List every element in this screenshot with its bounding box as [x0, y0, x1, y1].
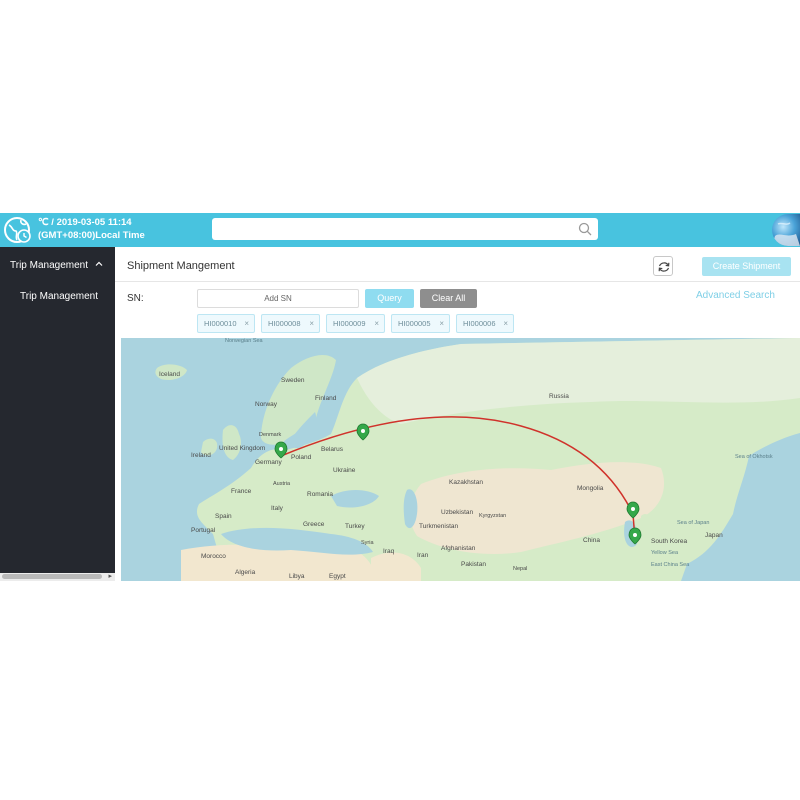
map-label: Libya [289, 573, 305, 580]
sn-tag[interactable]: HI000009 × [326, 314, 385, 333]
advanced-search-link[interactable]: Advanced Search [696, 290, 775, 301]
globe-clock-logo-icon [4, 216, 32, 244]
sidebar-scrollbar[interactable]: ▸ [0, 573, 115, 581]
map-label: Greece [303, 521, 325, 528]
map-label: Nepal [513, 566, 527, 572]
map-label: Belarus [321, 446, 344, 453]
close-icon[interactable]: × [244, 315, 249, 332]
map-label: United Kingdom [219, 445, 265, 452]
scroll-right-arrow-icon[interactable]: ▸ [108, 572, 112, 580]
map-label: France [231, 488, 252, 495]
map-label: Finland [315, 395, 337, 402]
map-label: Turkey [345, 523, 365, 530]
main-content: Shipment Mangement Create Shipment SN: A… [115, 247, 800, 581]
sn-tag-label: HI000010 [204, 319, 237, 328]
top-bar: ℃ / 2019-03-05 11:14 (GMT+08:00)Local Ti… [0, 213, 800, 247]
divider [115, 281, 800, 282]
map-label: Egypt [329, 573, 346, 580]
map-label: Austria [273, 481, 291, 487]
map-label: Sea of Japan [677, 520, 709, 526]
close-icon[interactable]: × [309, 315, 314, 332]
shipment-map[interactable]: Norwegian Sea Iceland Sweden Norway Finl… [121, 338, 800, 581]
close-icon[interactable]: × [374, 315, 379, 332]
sn-tag-label: HI000005 [398, 319, 431, 328]
map-label: Norway [255, 401, 278, 408]
close-icon[interactable]: × [439, 315, 444, 332]
map-label: Sea of Okhotsk [735, 454, 773, 460]
sn-tag[interactable]: HI000005 × [391, 314, 450, 333]
clear-all-button[interactable]: Clear All [420, 289, 477, 308]
map-label: Norwegian Sea [225, 338, 264, 344]
map-label: Syria [361, 540, 374, 546]
map-label: Iceland [159, 371, 180, 378]
map-label: Kyrgyzstan [479, 513, 506, 519]
query-button[interactable]: Query [365, 289, 414, 308]
sidebar: Trip Management Trip Management ▸ [0, 247, 115, 581]
close-icon[interactable]: × [503, 315, 508, 332]
map-label: Kazakhstan [449, 479, 483, 486]
sn-tag-label: HI000006 [463, 319, 496, 328]
global-search-input[interactable] [212, 218, 598, 240]
map-label: Iran [417, 552, 429, 559]
map-label: Denmark [259, 432, 282, 438]
map-label: Afghanistan [441, 545, 476, 552]
map-label: Uzbekistan [441, 509, 474, 516]
map-label: Iraq [383, 548, 395, 555]
scrollbar-thumb[interactable] [2, 574, 102, 579]
sn-input[interactable]: Add SN [197, 289, 359, 308]
search-icon[interactable] [578, 222, 592, 236]
temperature-date: ℃ / 2019-03-05 11:14 [38, 217, 132, 228]
sn-tag[interactable]: HI000010 × [197, 314, 255, 333]
sn-tag-label: HI000009 [333, 319, 366, 328]
map-label: South Korea [651, 538, 688, 545]
app-window: ℃ / 2019-03-05 11:14 (GMT+08:00)Local Ti… [0, 213, 800, 581]
map-label: Poland [291, 454, 312, 461]
sidebar-group-trip-management[interactable]: Trip Management [10, 260, 88, 271]
map-label: Germany [255, 459, 282, 466]
map-label: Algeria [235, 569, 256, 576]
sn-tag-label: HI000008 [268, 319, 301, 328]
map-label: Mongolia [577, 485, 604, 492]
refresh-button[interactable] [653, 256, 673, 276]
page-title: Shipment Mangement [127, 260, 235, 272]
user-avatar[interactable] [772, 214, 800, 246]
map-label: East China Sea [651, 562, 690, 568]
map-label: Ukraine [333, 467, 356, 474]
map-label: Morocco [201, 553, 226, 560]
sn-tag[interactable]: HI000008 × [261, 314, 320, 333]
map-label: Yellow Sea [651, 550, 679, 556]
map-label: Romania [307, 491, 333, 498]
map-label: China [583, 537, 600, 544]
timezone-label: (GMT+08:00)Local Time [38, 230, 145, 241]
sn-label: SN: [127, 293, 144, 304]
refresh-icon [658, 262, 670, 272]
map-label: Spain [215, 513, 232, 520]
map-label: Italy [271, 505, 284, 512]
create-shipment-button[interactable]: Create Shipment [702, 257, 791, 276]
map-label: Sweden [281, 377, 305, 384]
map-label: Japan [705, 532, 723, 539]
chevron-up-icon[interactable] [94, 259, 104, 269]
map-label: Ireland [191, 452, 211, 459]
map-label: Russia [549, 393, 569, 400]
sidebar-item-trip-management[interactable]: Trip Management [20, 291, 98, 302]
map-label: Portugal [191, 527, 216, 534]
map-label: Pakistan [461, 561, 486, 568]
sn-tag[interactable]: HI000006 × [456, 314, 514, 333]
map-label: Turkmenistan [419, 523, 459, 530]
header-info: ℃ / 2019-03-05 11:14 (GMT+08:00)Local Ti… [38, 216, 145, 242]
